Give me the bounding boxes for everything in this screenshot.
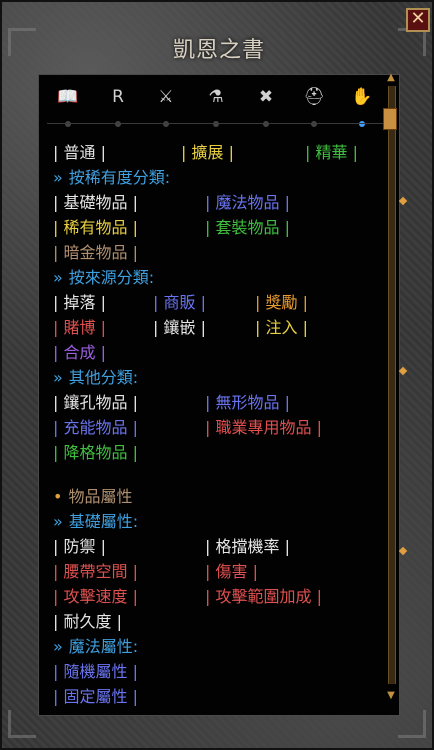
link-drop[interactable]: | 掉落 |	[53, 289, 106, 313]
link-damage[interactable]: | 傷害 |	[205, 558, 258, 582]
link-defense[interactable]: | 防禦 |	[53, 533, 106, 557]
category-tabs: 📖 R ⚔ ⚗ ✖ ⛑ ✋	[39, 75, 399, 127]
scrollbar[interactable]: ▲ ▼	[382, 72, 400, 702]
link-block-chance[interactable]: | 格擋機率 |	[205, 533, 290, 557]
link-reward[interactable]: | 獎勵 |	[255, 289, 308, 313]
link-random-props[interactable]: | 隨機屬性 |	[53, 658, 138, 682]
frame-corner	[398, 710, 426, 738]
scroll-thumb[interactable]	[383, 108, 397, 130]
frame-corner	[8, 710, 36, 738]
tab-book[interactable]: 📖	[55, 87, 81, 127]
window-title: 凱恩之書	[172, 38, 265, 63]
book-icon: 📖	[57, 87, 79, 107]
link-rare-items[interactable]: | 稀有物品 |	[53, 214, 138, 238]
tab-potion[interactable]: ⚗	[203, 87, 229, 127]
title-bar: 凱恩之書 ✕	[2, 2, 434, 72]
codex-window: 凱恩之書 ✕ 📖 R ⚔ ⚗ ✖ ⛑ ✋ | 普通 | | 擴展 | | 精華 …	[0, 0, 434, 750]
content-panel: 📖 R ⚔ ⚗ ✖ ⛑ ✋ | 普通 | | 擴展 | | 精華 | » 按稀有度…	[38, 74, 400, 716]
link-attack-speed[interactable]: | 攻擊速度 |	[53, 583, 138, 607]
warrior-icon: ⚔	[158, 87, 174, 107]
tab-divider	[47, 123, 391, 124]
link-downgraded-items[interactable]: | 降格物品 |	[53, 439, 138, 463]
link-imbue[interactable]: | 注入 |	[255, 314, 308, 338]
section-title: • 物品屬性	[53, 487, 133, 506]
side-marker-icon	[398, 366, 408, 376]
hand-icon: ✋	[351, 87, 373, 107]
scroll-down-icon[interactable]: ▼	[384, 690, 398, 702]
link-belt-slots[interactable]: | 腰帶空間 |	[53, 558, 138, 582]
section-header: » 其他分類:	[53, 368, 139, 387]
scroll-track[interactable]	[388, 86, 396, 684]
link-base-items[interactable]: | 基礎物品 |	[53, 189, 138, 213]
crossed-axes-icon: ✖	[258, 87, 274, 107]
helm-icon: ⛑	[303, 87, 325, 107]
link-normal[interactable]: | 普通 |	[53, 139, 106, 163]
close-icon: ✕	[410, 8, 426, 29]
link-magic-items[interactable]: | 魔法物品 |	[205, 189, 290, 213]
link-craft[interactable]: | 合成 |	[53, 339, 106, 363]
close-button[interactable]: ✕	[406, 8, 430, 32]
rune-icon: R	[112, 87, 124, 107]
link-unique-items[interactable]: | 暗金物品 |	[53, 239, 138, 263]
link-ethereal-items[interactable]: | 無形物品 |	[205, 389, 290, 413]
tab-helm[interactable]: ⛑	[301, 87, 327, 127]
tab-axes[interactable]: ✖	[253, 87, 279, 127]
link-gamble[interactable]: | 賭博 |	[53, 314, 106, 338]
potion-icon: ⚗	[208, 87, 224, 107]
link-set-items[interactable]: | 套裝物品 |	[205, 214, 290, 238]
link-class-items[interactable]: | 職業專用物品 |	[205, 414, 322, 438]
tab-hand[interactable]: ✋	[349, 87, 375, 127]
section-header: » 按來源分類:	[53, 268, 155, 287]
link-durability[interactable]: | 耐久度 |	[53, 608, 122, 632]
section-header: » 魔法屬性:	[53, 637, 139, 656]
scroll-up-icon[interactable]: ▲	[384, 72, 398, 84]
link-expanded[interactable]: | 擴展 |	[181, 139, 234, 163]
link-socketed-items[interactable]: | 鑲孔物品 |	[53, 389, 138, 413]
link-vendor[interactable]: | 商販 |	[153, 289, 206, 313]
side-marker-icon	[398, 546, 408, 556]
link-elite[interactable]: | 精華 |	[305, 139, 358, 163]
side-marker-icon	[398, 196, 408, 206]
tab-rune[interactable]: R	[105, 87, 131, 127]
section-header: » 按稀有度分類:	[53, 168, 171, 187]
link-charged-items[interactable]: | 充能物品 |	[53, 414, 138, 438]
tab-warrior[interactable]: ⚔	[153, 87, 179, 127]
link-socket[interactable]: | 鑲嵌 |	[153, 314, 206, 338]
link-fixed-props[interactable]: | 固定屬性 |	[53, 683, 138, 707]
link-attack-range[interactable]: | 攻擊範圍加成 |	[205, 583, 322, 607]
section-header: » 基礎屬性:	[53, 512, 139, 531]
